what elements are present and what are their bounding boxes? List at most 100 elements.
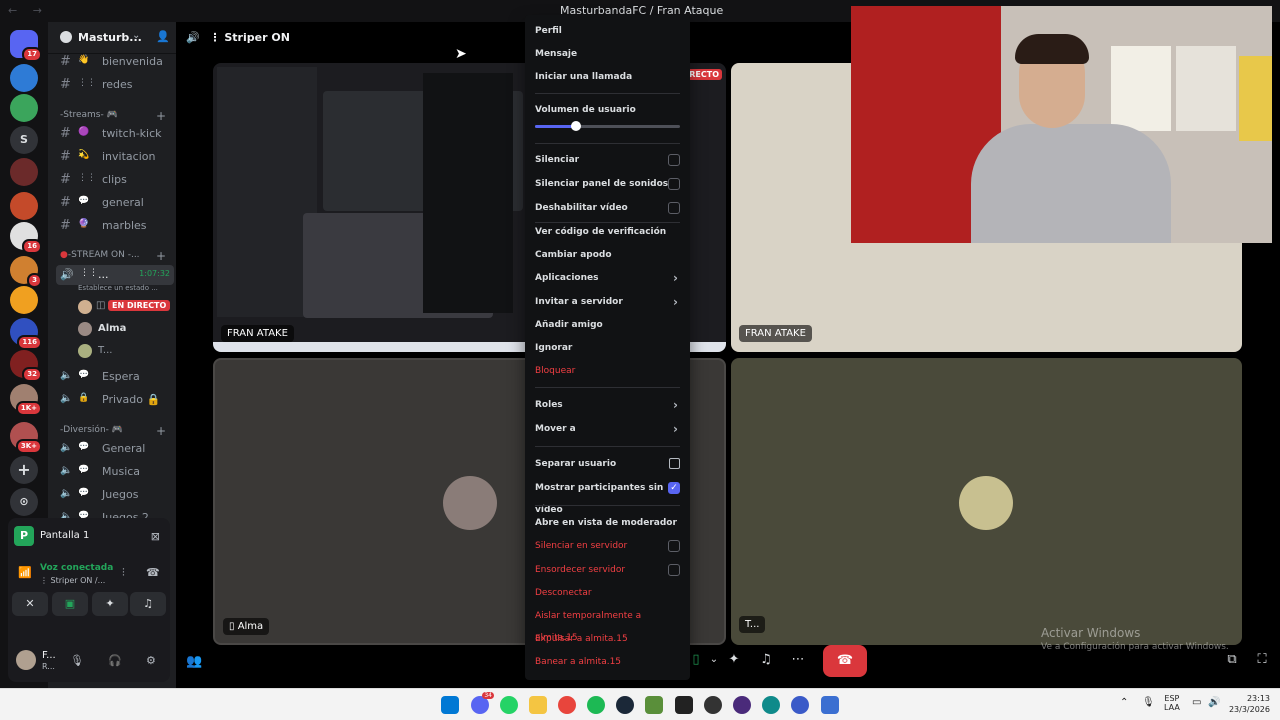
menu-item-profile[interactable]: Perfil bbox=[535, 20, 680, 42]
history-nav[interactable]: ← → bbox=[8, 4, 48, 17]
active-voice-channel[interactable]: 🔊 ⋮⋮ ... 1:07:32 bbox=[56, 265, 174, 285]
volume-icon[interactable]: 🔊 bbox=[1208, 697, 1220, 708]
channel-general[interactable]: # 💬 general bbox=[56, 193, 174, 213]
invite-to-call-icon[interactable]: 👥 bbox=[186, 654, 202, 669]
menu-item-roles[interactable]: Roles › bbox=[535, 394, 680, 416]
menu-item-timeout[interactable]: Aislar temporalmente a almita.15 bbox=[535, 605, 680, 643]
server-letter-icon[interactable]: S bbox=[10, 126, 38, 154]
plus-icon[interactable]: + bbox=[156, 109, 166, 123]
menu-item-server-mute[interactable]: Silenciar en servidor bbox=[535, 535, 680, 557]
voice-channel-espera[interactable]: 🔈 💬 Espera bbox=[56, 367, 174, 387]
category-diversion[interactable]: -Diversión- 🎮 + bbox=[60, 424, 176, 438]
edge-icon[interactable] bbox=[762, 696, 780, 714]
signal-icon[interactable]: 📶 bbox=[18, 566, 32, 579]
channel-twitch-kick[interactable]: # 🟣 twitch-kick bbox=[56, 124, 174, 144]
voice-channel-juegos[interactable]: 🔈 💬 Juegos bbox=[56, 485, 174, 505]
voice-user-alma[interactable]: Alma bbox=[78, 320, 174, 340]
plus-icon[interactable]: + bbox=[156, 424, 166, 438]
menu-item-verification-code[interactable]: Ver código de verificación bbox=[535, 221, 680, 243]
app-icon[interactable] bbox=[791, 696, 809, 714]
epic-games-icon[interactable] bbox=[675, 696, 693, 714]
menu-item-kick[interactable]: Expulsar a almita.15 bbox=[535, 628, 680, 650]
stop-stream-icon[interactable]: ⊠ bbox=[151, 530, 160, 543]
hang-up-button[interactable]: ☎ bbox=[823, 645, 867, 677]
menu-item-message[interactable]: Mensaje bbox=[535, 43, 680, 65]
server-icon[interactable] bbox=[10, 64, 38, 92]
screen-share-button[interactable]: ▣ bbox=[52, 592, 88, 616]
menu-item-add-friend[interactable]: Añadir amigo bbox=[535, 314, 680, 336]
user-volume-slider[interactable] bbox=[535, 121, 680, 131]
headphones-icon[interactable]: 🎧 bbox=[108, 654, 122, 667]
chevron-down-icon[interactable]: ⌄ bbox=[132, 30, 140, 41]
network-icon[interactable]: ▭ bbox=[1192, 697, 1201, 708]
menu-item-server-deafen[interactable]: Ensordecer servidor bbox=[535, 559, 680, 581]
voice-connected-status[interactable]: Voz conectada bbox=[40, 563, 113, 573]
plus-icon[interactable]: + bbox=[156, 249, 166, 263]
add-member-icon[interactable]: 👤 bbox=[156, 30, 170, 43]
menu-item-separate-user[interactable]: Separar usuario bbox=[535, 453, 680, 475]
camera-off-button[interactable]: ✕ bbox=[12, 592, 48, 616]
voice-channel-musica[interactable]: 🔈 💬 Musica bbox=[56, 462, 174, 482]
discover-icon[interactable]: ⊙ bbox=[10, 488, 38, 516]
category-stream-on[interactable]: ●-STREAM ON -... + bbox=[60, 249, 176, 263]
menu-item-disable-video[interactable]: Deshabilitar vídeo bbox=[535, 197, 680, 219]
language-indicator[interactable]: ESP LAA bbox=[1164, 694, 1180, 712]
discord-home-icon[interactable]: 17 bbox=[10, 30, 42, 62]
checkbox-checked[interactable]: ✓ bbox=[668, 482, 680, 494]
channel-marbles[interactable]: # 🔮 marbles bbox=[56, 216, 174, 236]
gear-icon[interactable]: ⚙ bbox=[146, 654, 156, 667]
server-header[interactable]: Masturb... ⌄ 👤 bbox=[48, 22, 176, 54]
microphone-icon[interactable]: 🎙 bbox=[70, 654, 84, 667]
menu-item-call[interactable]: Iniciar una llamada bbox=[535, 66, 680, 88]
channel-bienvenida[interactable]: # 👋 bienvenida bbox=[56, 52, 174, 72]
windows-start-icon[interactable] bbox=[441, 696, 459, 714]
noise-suppression-icon[interactable]: ⫶ bbox=[122, 566, 125, 580]
steam-icon[interactable] bbox=[616, 696, 634, 714]
menu-item-mute-soundboard[interactable]: Silenciar panel de sonidos bbox=[535, 173, 680, 195]
app-icon[interactable] bbox=[733, 696, 751, 714]
app-icon[interactable] bbox=[821, 696, 839, 714]
server-icon[interactable]: 1K+ bbox=[10, 384, 42, 416]
server-icon[interactable]: 16 bbox=[10, 222, 42, 254]
obs-icon[interactable] bbox=[704, 696, 722, 714]
voice-user-t[interactable]: T... bbox=[78, 342, 174, 362]
menu-item-apps[interactable]: Aplicaciones › bbox=[535, 267, 680, 289]
file-explorer-icon[interactable] bbox=[529, 696, 547, 714]
server-icon[interactable]: 3K+ bbox=[10, 422, 42, 454]
voice-channel-general[interactable]: 🔈 💬 General bbox=[56, 439, 174, 459]
chevron-up-icon[interactable]: ⌃ bbox=[1120, 697, 1128, 708]
checkbox[interactable] bbox=[668, 202, 680, 214]
voice-user-streamer[interactable]: ◫ EN DIRECTO bbox=[78, 298, 174, 318]
menu-item-mute[interactable]: Silenciar bbox=[535, 149, 680, 171]
category-streams[interactable]: -Streams- 🎮 + bbox=[60, 109, 176, 123]
minecraft-icon[interactable] bbox=[645, 696, 663, 714]
whatsapp-icon[interactable] bbox=[500, 696, 518, 714]
video-tile-t[interactable]: T... bbox=[731, 358, 1242, 645]
menu-item-change-nickname[interactable]: Cambiar apodo bbox=[535, 244, 680, 266]
checkbox[interactable] bbox=[668, 178, 680, 190]
menu-item-ignore[interactable]: Ignorar bbox=[535, 337, 680, 359]
fullscreen-icon[interactable]: ⛶ bbox=[1248, 646, 1276, 674]
server-icon[interactable] bbox=[10, 286, 38, 314]
menu-item-move-to[interactable]: Mover a › bbox=[535, 418, 680, 440]
system-clock[interactable]: 23:13 23/3/2026 bbox=[1229, 693, 1270, 715]
menu-item-show-no-video[interactable]: Mostrar participantes sin vídeo ✓ bbox=[535, 477, 680, 515]
server-icon[interactable]: 116 bbox=[10, 318, 42, 350]
channel-invitacion[interactable]: # 💫 invitacion bbox=[56, 147, 174, 167]
server-icon[interactable] bbox=[10, 158, 38, 186]
menu-item-block[interactable]: Bloquear bbox=[535, 360, 680, 382]
channel-clips[interactable]: # ⋮⋮ clips bbox=[56, 170, 174, 190]
discord-taskbar-icon[interactable]: 34 bbox=[471, 692, 494, 714]
chrome-icon[interactable] bbox=[558, 696, 576, 714]
menu-item-moderator-view[interactable]: Abre en vista de moderador bbox=[535, 512, 680, 534]
server-icon[interactable]: 3 bbox=[10, 256, 42, 288]
slider-knob[interactable] bbox=[570, 121, 581, 131]
soundboard-control[interactable]: ♫ bbox=[752, 646, 780, 674]
microphone-icon[interactable]: 🎙 bbox=[1142, 697, 1155, 708]
add-server-icon[interactable]: + bbox=[10, 456, 38, 484]
checkbox[interactable] bbox=[668, 540, 680, 552]
custom-status[interactable]: Establece un estado ... bbox=[78, 284, 158, 292]
soundboard-button[interactable]: ♫ bbox=[130, 592, 166, 616]
menu-item-disconnect[interactable]: Desconectar bbox=[535, 582, 680, 604]
activities-button[interactable]: ✦ bbox=[92, 592, 128, 616]
